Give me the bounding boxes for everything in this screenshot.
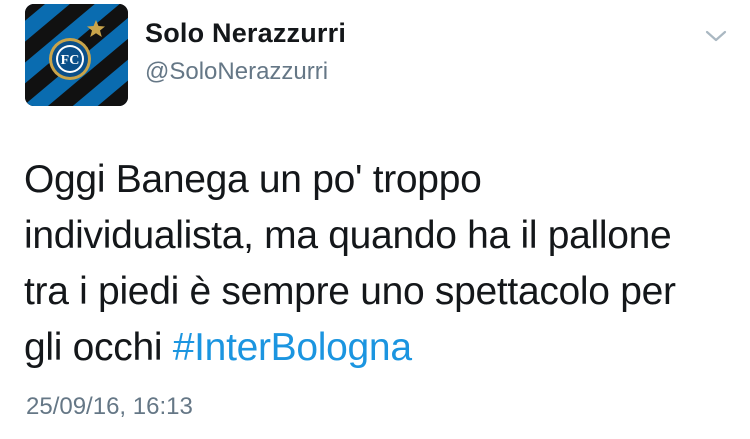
- avatar[interactable]: FC: [25, 4, 128, 106]
- svg-text:FC: FC: [61, 53, 80, 68]
- inter-crest-avatar-icon: FC: [25, 4, 128, 106]
- tweet-timestamp[interactable]: 25/09/16, 16:13: [26, 393, 193, 421]
- display-name[interactable]: Solo Nerazzurri: [145, 18, 346, 49]
- user-handle[interactable]: @SoloNerazzurri: [145, 58, 328, 86]
- tweet-text-line: tra i piedi è sempre uno spettacolo per: [24, 270, 676, 313]
- tweet-text-line: gli occhi #InterBologna: [24, 320, 724, 376]
- tweet-card: FC Solo Nerazzurri @SoloNerazzurri Oggi …: [0, 0, 750, 439]
- tweet-text-line: individualista, ma quando ha il pallone: [24, 214, 672, 257]
- hashtag-link[interactable]: #InterBologna: [173, 326, 412, 369]
- tweet-text: Oggi Banega un po' troppo individualista…: [24, 152, 724, 376]
- tweet-menu-button[interactable]: [704, 28, 728, 44]
- tweet-text-line: Oggi Banega un po' troppo: [24, 158, 482, 201]
- chevron-down-icon: [705, 30, 727, 42]
- tweet-text-prefix: gli occhi: [24, 326, 173, 369]
